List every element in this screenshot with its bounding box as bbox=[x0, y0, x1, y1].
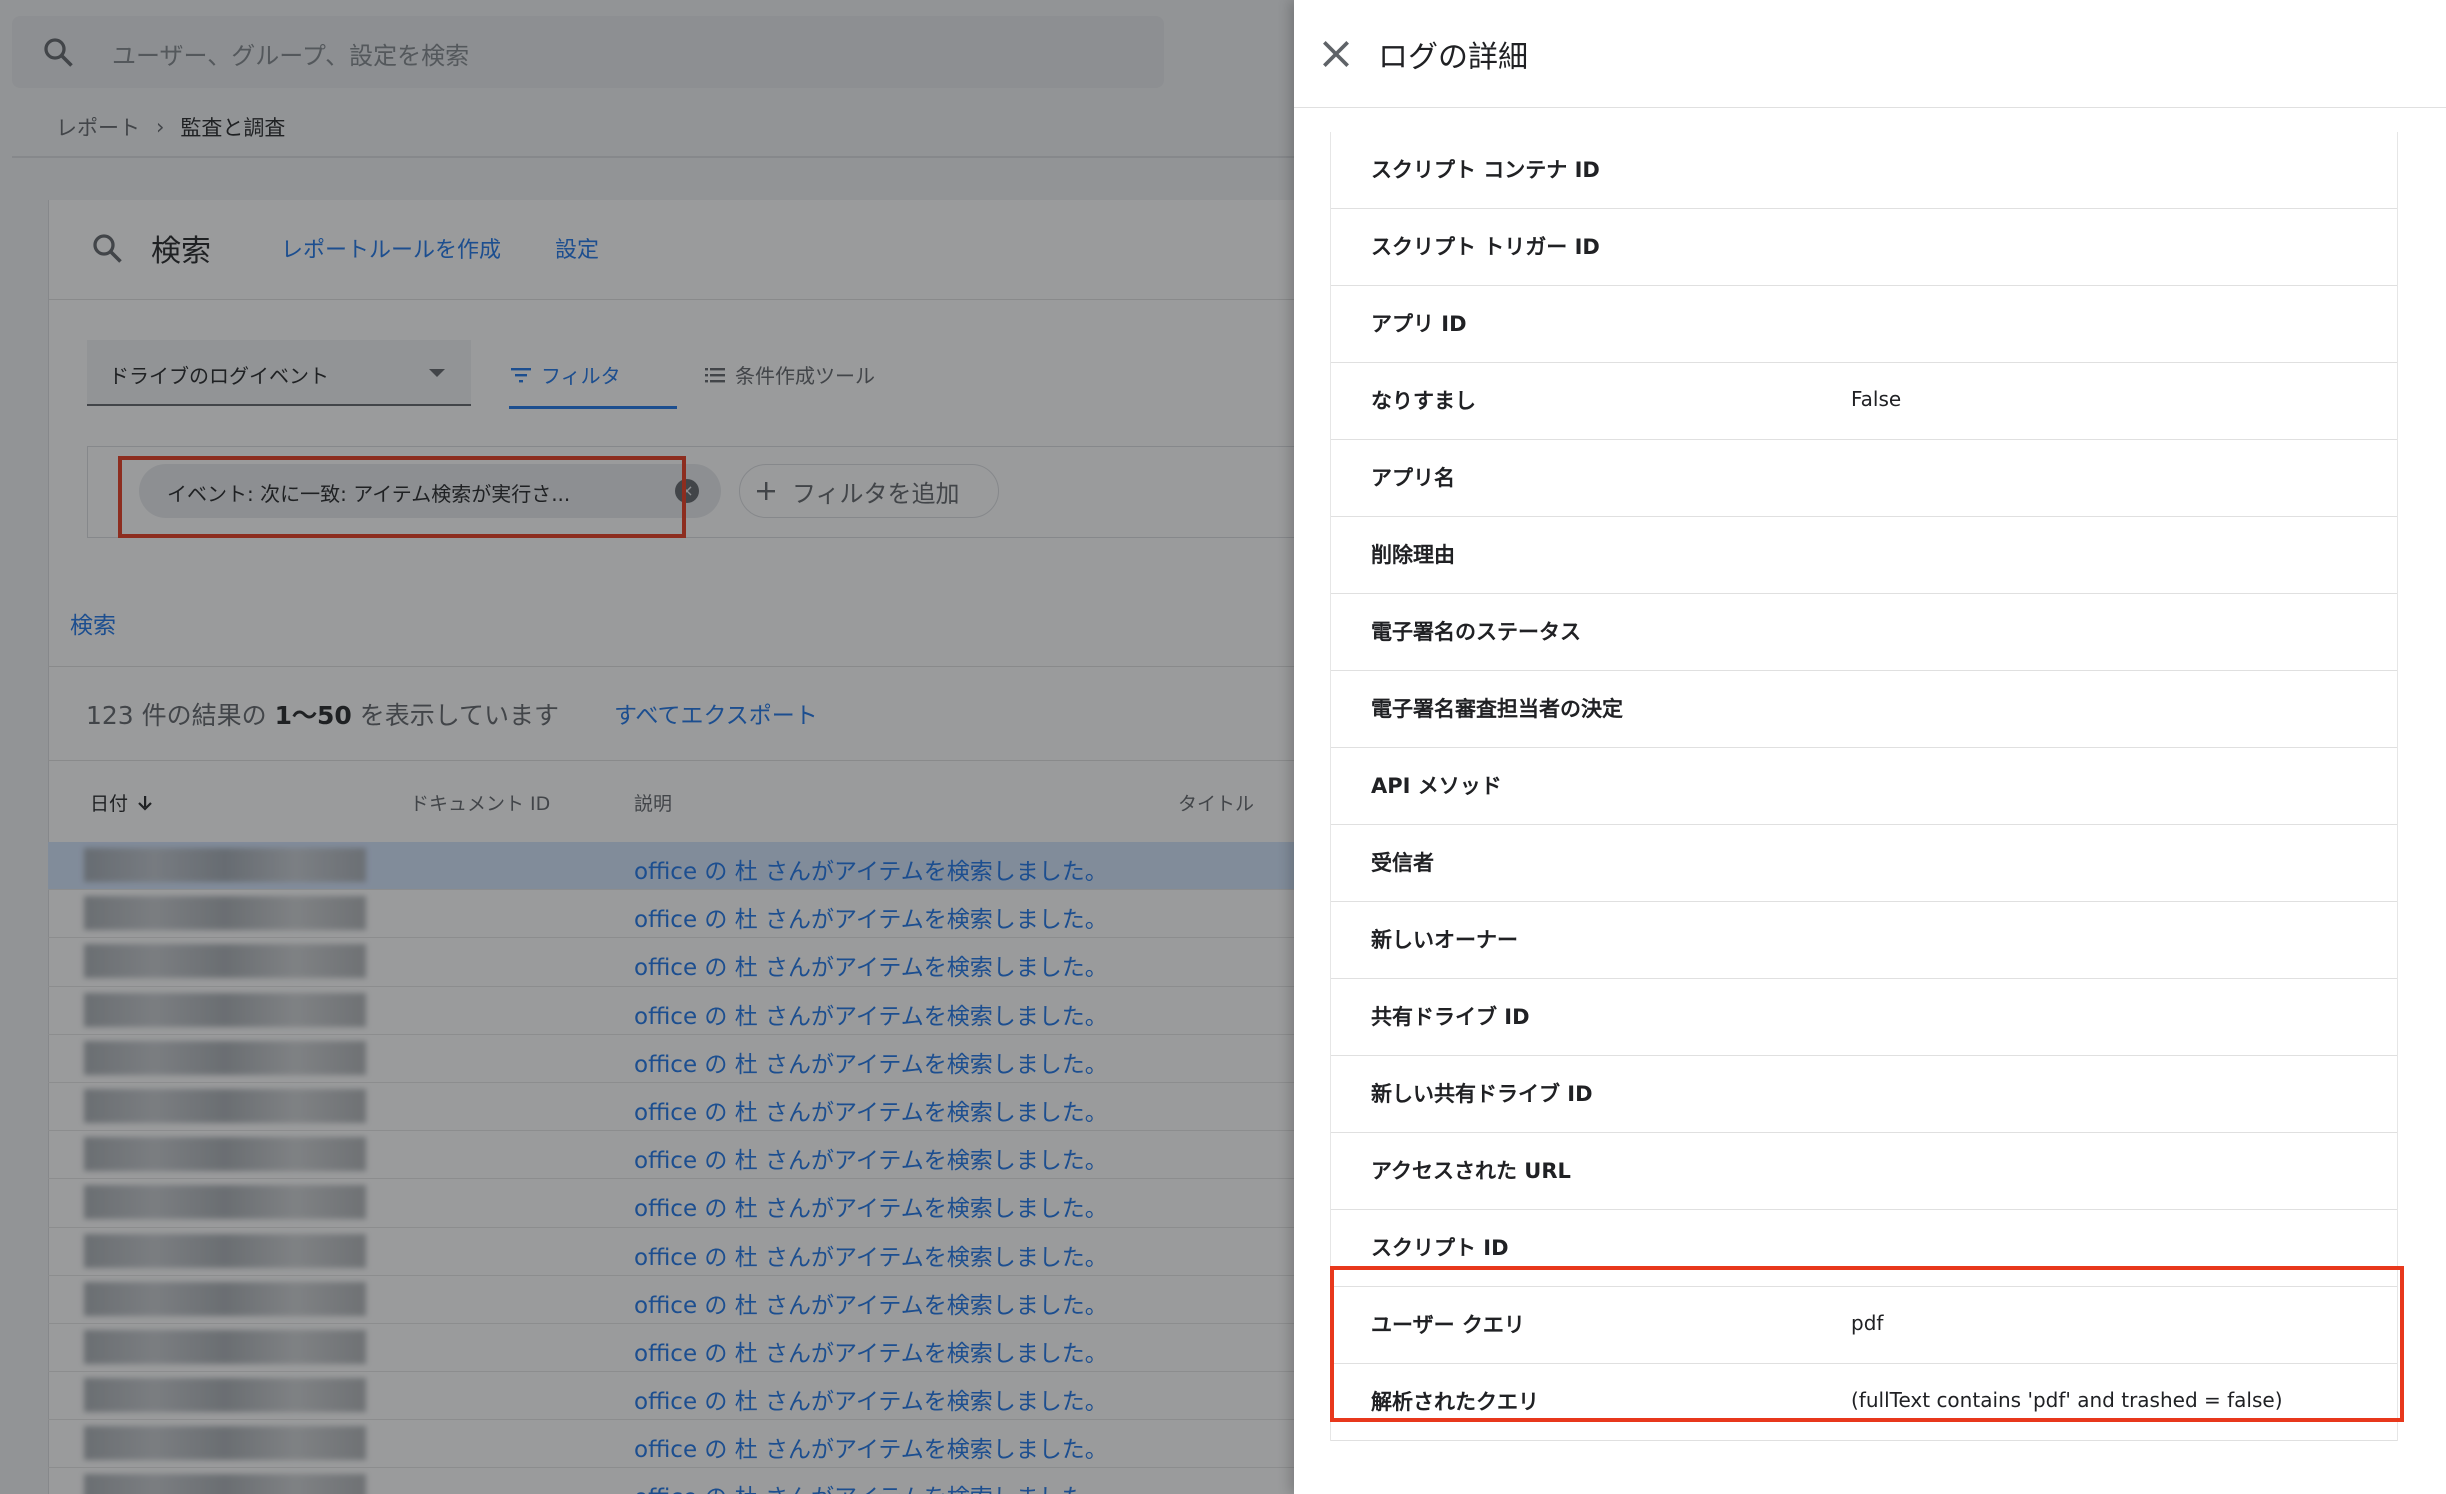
detail-key: なりすまし bbox=[1371, 389, 1476, 413]
detail-key: アプリ ID bbox=[1371, 312, 1467, 336]
detail-key: 電子署名審査担当者の決定 bbox=[1371, 697, 1623, 721]
detail-row: 受信者 bbox=[1331, 825, 2397, 902]
detail-row: 新しい共有ドライブ ID bbox=[1331, 1056, 2397, 1133]
detail-key: 新しい共有ドライブ ID bbox=[1371, 1082, 1593, 1106]
detail-key: 共有ドライブ ID bbox=[1371, 1005, 1530, 1029]
query-rows-highlight bbox=[1330, 1266, 2404, 1422]
detail-key: アクセスされた URL bbox=[1371, 1159, 1571, 1183]
close-icon[interactable] bbox=[1316, 34, 1356, 74]
detail-key: 新しいオーナー bbox=[1371, 928, 1518, 952]
detail-row: 共有ドライブ ID bbox=[1331, 979, 2397, 1056]
detail-key: 受信者 bbox=[1371, 851, 1434, 875]
detail-key: スクリプト コンテナ ID bbox=[1371, 158, 1600, 182]
panel-title: ログの詳細 bbox=[1378, 40, 1528, 75]
detail-value: False bbox=[1851, 387, 1902, 411]
detail-row: 削除理由 bbox=[1331, 517, 2397, 594]
detail-row: API メソッド bbox=[1331, 748, 2397, 825]
detail-row: 電子署名審査担当者の決定 bbox=[1331, 671, 2397, 748]
detail-key: スクリプト ID bbox=[1371, 1236, 1509, 1260]
detail-row: スクリプト コンテナ ID bbox=[1331, 132, 2397, 209]
modal-scrim[interactable] bbox=[0, 0, 1294, 1494]
detail-row: 電子署名のステータス bbox=[1331, 594, 2397, 671]
log-detail-list: スクリプト コンテナ ID スクリプト トリガー ID アプリ ID なりすまし Fal… bbox=[1330, 132, 2398, 1441]
detail-row: アプリ ID bbox=[1331, 286, 2397, 363]
detail-row: 新しいオーナー bbox=[1331, 902, 2397, 979]
panel-header: ログの詳細 bbox=[1294, 0, 2446, 108]
detail-row: アクセスされた URL bbox=[1331, 1133, 2397, 1210]
detail-key: 電子署名のステータス bbox=[1371, 620, 1581, 644]
detail-key: スクリプト トリガー ID bbox=[1371, 235, 1600, 259]
detail-row: スクリプト トリガー ID bbox=[1331, 209, 2397, 286]
detail-key: 削除理由 bbox=[1371, 543, 1455, 567]
detail-key: API メソッド bbox=[1371, 774, 1502, 798]
detail-row: なりすまし False bbox=[1331, 363, 2397, 440]
detail-row: アプリ名 bbox=[1331, 440, 2397, 517]
detail-key: アプリ名 bbox=[1371, 466, 1455, 490]
